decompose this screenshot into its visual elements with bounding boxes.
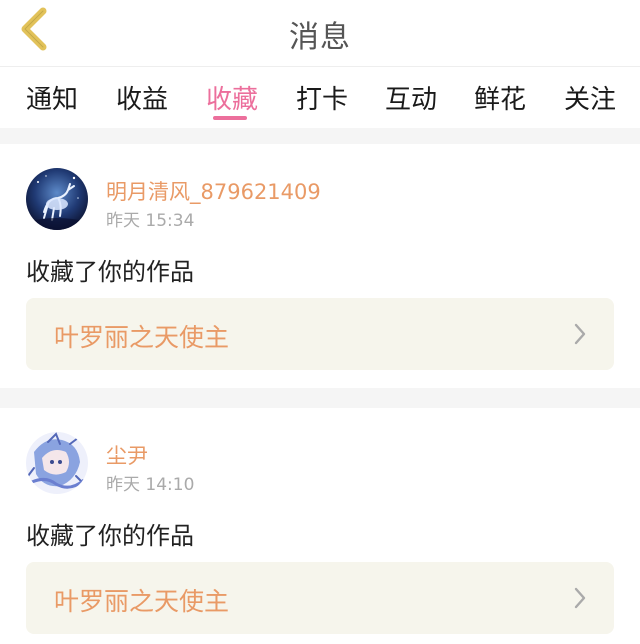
work-link[interactable]: 叶罗丽之天使主 <box>26 562 614 634</box>
chevron-right-icon <box>574 323 586 345</box>
tab-checkin[interactable]: 打卡 <box>296 79 348 116</box>
message-text: 收藏了你的作品 <box>26 258 194 286</box>
username[interactable]: 尘尹 <box>106 440 148 470</box>
divider <box>0 128 640 144</box>
tab-follow[interactable]: 关注 <box>564 79 616 116</box>
divider <box>0 388 640 408</box>
tab-flowers[interactable]: 鲜花 <box>474 79 526 116</box>
message-card: 明月清风_879621409 昨天 15:34 收藏了你的作品 叶罗丽之天使主 <box>0 144 640 388</box>
chevron-right-icon <box>574 587 586 609</box>
active-tab-indicator <box>213 116 247 120</box>
timestamp: 昨天 14:10 <box>106 475 195 495</box>
avatar[interactable] <box>26 168 88 230</box>
avatar[interactable] <box>26 432 88 494</box>
tab-bar: 通知 收益 收藏 打卡 互动 鲜花 关注 <box>0 66 640 126</box>
tab-interaction[interactable]: 互动 <box>385 79 437 116</box>
avatar-anime-image <box>26 432 88 494</box>
tab-notify[interactable]: 通知 <box>26 79 78 116</box>
top-bar: 消息 <box>0 0 640 60</box>
tab-earnings[interactable]: 收益 <box>116 79 168 116</box>
work-title: 叶罗丽之天使主 <box>54 323 230 352</box>
avatar-deer-image <box>26 168 88 230</box>
message-text: 收藏了你的作品 <box>26 522 194 550</box>
work-link[interactable]: 叶罗丽之天使主 <box>26 298 614 370</box>
work-title: 叶罗丽之天使主 <box>54 587 230 616</box>
page-title: 消息 <box>289 20 351 55</box>
timestamp: 昨天 15:34 <box>106 211 195 231</box>
tab-favorites[interactable]: 收藏 <box>206 79 258 116</box>
username[interactable]: 明月清风_879621409 <box>106 176 321 206</box>
message-card: 尘尹 昨天 14:10 收藏了你的作品 叶罗丽之天使主 <box>0 408 640 644</box>
